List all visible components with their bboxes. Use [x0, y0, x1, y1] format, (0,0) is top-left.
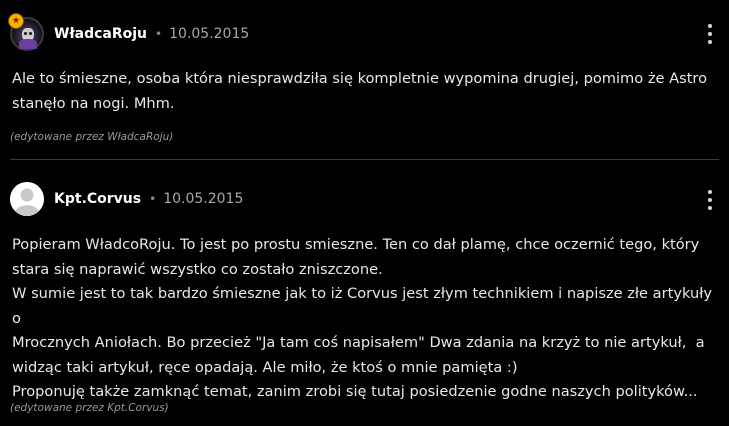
default-avatar-icon[interactable] — [10, 182, 44, 216]
kebab-dot — [708, 206, 712, 210]
kebab-dot — [708, 24, 712, 28]
comment-divider — [10, 159, 719, 160]
kebab-dot — [708, 198, 712, 202]
comment: ★ WładcaRoju • 10.05.2015 Ale to śmieszn… — [0, 0, 729, 160]
separator-dot: • — [155, 27, 163, 41]
kebab-dot — [708, 32, 712, 36]
kebab-dot — [708, 40, 712, 44]
comment-date: 10.05.2015 — [163, 191, 244, 207]
more-options-icon[interactable] — [705, 188, 715, 212]
comment-header: Kpt.Corvus • 10.05.2015 — [10, 179, 243, 219]
edited-note: (edytowane przez Kpt.Corvus) — [10, 402, 169, 414]
username[interactable]: WładcaRoju — [54, 26, 147, 42]
edited-note: (edytowane przez WładcaRoju) — [10, 131, 174, 143]
avatar-cloak — [19, 39, 37, 49]
user-silhouette-icon — [10, 182, 44, 216]
username[interactable]: Kpt.Corvus — [54, 191, 141, 207]
comment-date: 10.05.2015 — [169, 26, 250, 42]
more-options-icon[interactable] — [705, 22, 715, 46]
comment-text: Ale to śmieszne, osoba która niesprawdzi… — [12, 70, 708, 112]
star-badge-icon: ★ — [8, 13, 24, 29]
kebab-dot — [708, 190, 712, 194]
comment: Kpt.Corvus • 10.05.2015 Popieram WładcoR… — [0, 161, 729, 426]
separator-dot: • — [149, 192, 157, 206]
comment-text: Popieram WładcoRoju. To jest po prostu s… — [12, 236, 713, 400]
comment-header: ★ WładcaRoju • 10.05.2015 — [8, 13, 250, 54]
user-avatar[interactable]: ★ — [8, 13, 44, 51]
